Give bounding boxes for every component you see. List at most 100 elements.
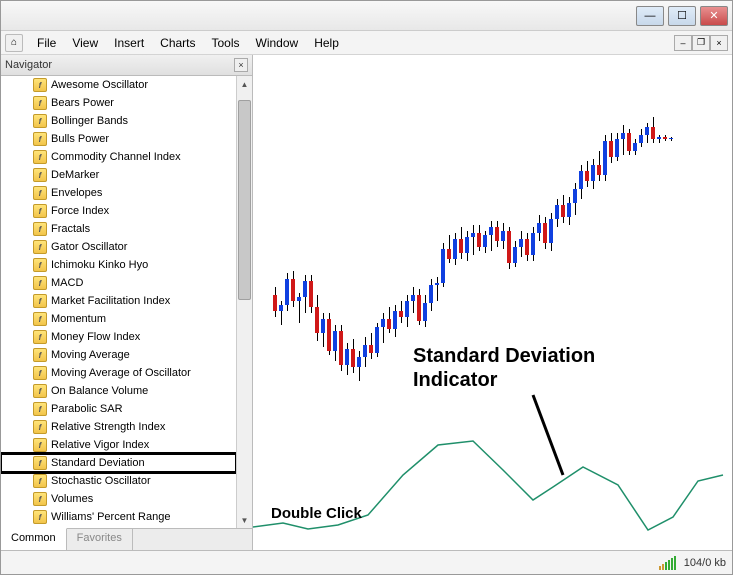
window-close-button[interactable]: ✕	[700, 6, 728, 26]
indicator-icon: f	[33, 276, 47, 290]
tree-item-relative-vigor-index[interactable]: fRelative Vigor Index	[1, 436, 236, 454]
tree-item-force-index[interactable]: f Force Index	[1, 202, 236, 220]
connection-bars-icon	[659, 556, 676, 570]
navigator-close-button[interactable]: ×	[234, 58, 248, 72]
indicator-icon: f	[33, 366, 47, 380]
tree-item-label: Williams' Percent Range	[51, 511, 170, 523]
tree-item-label: Volumes	[51, 493, 93, 505]
chart-area[interactable]: Standard Deviation Indicator Double Clic…	[253, 55, 732, 550]
tree-item-label: Gator Oscillator	[51, 241, 127, 253]
mdi-close-button[interactable]: ×	[710, 35, 728, 51]
annotation-double-click: Double Click	[271, 505, 362, 522]
tree-item-label: Stochastic Oscillator	[51, 475, 151, 487]
tree-item-williams-percent-range[interactable]: f Williams' Percent Range	[1, 508, 236, 526]
tree-item-on-balance-volume[interactable]: f On Balance Volume	[1, 382, 236, 400]
scroll-down-arrow[interactable]: ▼	[237, 512, 252, 528]
menu-help[interactable]: Help	[306, 34, 347, 52]
menu-charts[interactable]: Charts	[152, 34, 203, 52]
mdi-minimize-button[interactable]: –	[674, 35, 692, 51]
tree-item-awesome-oscillator[interactable]: f Awesome Oscillator	[1, 76, 236, 94]
tree-item-label: Ichimoku Kinko Hyo	[51, 259, 148, 271]
tree-item-stochastic-oscillator[interactable]: f Stochastic Oscillator	[1, 472, 236, 490]
annotation-title-line1: Standard Deviation	[413, 345, 595, 368]
tree-item-label: Awesome Oscillator	[51, 79, 148, 91]
tree-item-bollinger-bands[interactable]: f Bollinger Bands	[1, 112, 236, 130]
tree-item-label: MACD	[51, 277, 83, 289]
indicator-icon: f	[33, 492, 47, 506]
navigator-scrollbar[interactable]: ▲ ▼	[236, 76, 252, 528]
tree-item-envelopes[interactable]: f Envelopes	[1, 184, 236, 202]
window-maximize-button[interactable]: ☐	[668, 6, 696, 26]
tree-item-moving-average[interactable]: f Moving Average	[1, 346, 236, 364]
indicator-icon: f	[33, 474, 47, 488]
tree-item-label: Moving Average	[51, 349, 130, 361]
navigator-header[interactable]: Navigator ×	[1, 55, 252, 76]
tree-item-label: Bulls Power	[51, 133, 109, 145]
menubar: ⌂ FileViewInsertChartsToolsWindowHelp – …	[1, 31, 732, 55]
scroll-up-arrow[interactable]: ▲	[237, 76, 252, 92]
tree-item-label: On Balance Volume	[51, 385, 148, 397]
indicator-icon: f	[33, 114, 47, 128]
tree-item-momentum[interactable]: fMomentum	[1, 310, 236, 328]
tree-item-gator-oscillator[interactable]: fGator Oscillator	[1, 238, 236, 256]
menu-file[interactable]: File	[29, 34, 64, 52]
tree-item-ichimoku-kinko-hyo[interactable]: fIchimoku Kinko Hyo	[1, 256, 236, 274]
tree-item-label: DeMarker	[51, 169, 99, 181]
tab-common[interactable]: Common	[1, 528, 67, 550]
tree-item-volumes[interactable]: f Volumes	[1, 490, 236, 508]
app-window: — ☐ ✕ ⌂ FileViewInsertChartsToolsWindowH…	[0, 0, 733, 575]
indicator-icon: f	[33, 348, 47, 362]
tree-item-label: Market Facilitation Index	[51, 295, 170, 307]
tree-item-relative-strength-index[interactable]: f Relative Strength Index	[1, 418, 236, 436]
indicator-icon: f	[33, 330, 47, 344]
tree-item-label: Standard Deviation	[51, 457, 145, 469]
tree-item-demarker[interactable]: f DeMarker	[1, 166, 236, 184]
indicator-icon: f	[33, 222, 47, 236]
navigator-tabs: Common Favorites	[1, 528, 252, 550]
window-minimize-button[interactable]: —	[636, 6, 664, 26]
indicator-icon: f	[33, 384, 47, 398]
indicator-icon: f	[33, 510, 47, 524]
indicator-icon: f	[33, 168, 47, 182]
tree-item-bears-power[interactable]: f Bears Power	[1, 94, 236, 112]
tab-favorites[interactable]: Favorites	[67, 529, 133, 550]
menu-tools[interactable]: Tools	[204, 34, 248, 52]
indicator-icon: f	[33, 78, 47, 92]
annotation-title-line2: Indicator	[413, 369, 497, 392]
tree-item-label: Bears Power	[51, 97, 114, 109]
tree-item-label: Bollinger Bands	[51, 115, 128, 127]
statusbar: 104/0 kb	[1, 550, 732, 574]
tree-item-macd[interactable]: f MACD	[1, 274, 236, 292]
indicator-icon: f	[33, 96, 47, 110]
tree-item-commodity-channel-index[interactable]: f Commodity Channel Index	[1, 148, 236, 166]
tree-item-market-facilitation-index[interactable]: fMarket Facilitation Index	[1, 292, 236, 310]
indicator-icon: f	[33, 186, 47, 200]
tree-item-label: Moving Average of Oscillator	[51, 367, 191, 379]
tree-item-label: Relative Strength Index	[51, 421, 165, 433]
tree-item-label: Envelopes	[51, 187, 102, 199]
menu-window[interactable]: Window	[248, 34, 307, 52]
indicator-icon: f	[33, 456, 47, 470]
tree-item-label: Relative Vigor Index	[51, 439, 149, 451]
indicator-icon: f	[33, 204, 47, 218]
scroll-thumb[interactable]	[238, 100, 251, 300]
menu-insert[interactable]: Insert	[106, 34, 152, 52]
tree-item-label: Money Flow Index	[51, 331, 140, 343]
navigator-panel: Navigator × f Awesome Oscillator f Bears Po…	[1, 55, 253, 550]
tree-item-bulls-power[interactable]: f Bulls Power	[1, 130, 236, 148]
tree-item-moving-average-of-oscillator[interactable]: f Moving Average of Oscillator	[1, 364, 236, 382]
tree-item-label: Commodity Channel Index	[51, 151, 181, 163]
mdi-controls: – ❐ ×	[674, 35, 728, 51]
tree-item-standard-deviation[interactable]: f Standard Deviation	[1, 454, 236, 472]
tree-item-parabolic-sar[interactable]: fParabolic SAR	[1, 400, 236, 418]
menu-view[interactable]: View	[64, 34, 106, 52]
tree-item-fractals[interactable]: fFractals	[1, 220, 236, 238]
indicator-icon: f	[33, 132, 47, 146]
window-titlebar[interactable]: — ☐ ✕	[1, 1, 732, 31]
tree-item-label: Momentum	[51, 313, 106, 325]
indicator-icon: f	[33, 420, 47, 434]
tree-item-money-flow-index[interactable]: f Money Flow Index	[1, 328, 236, 346]
indicator-icon: f	[33, 150, 47, 164]
tree-item-label: Force Index	[51, 205, 109, 217]
mdi-restore-button[interactable]: ❐	[692, 35, 710, 51]
